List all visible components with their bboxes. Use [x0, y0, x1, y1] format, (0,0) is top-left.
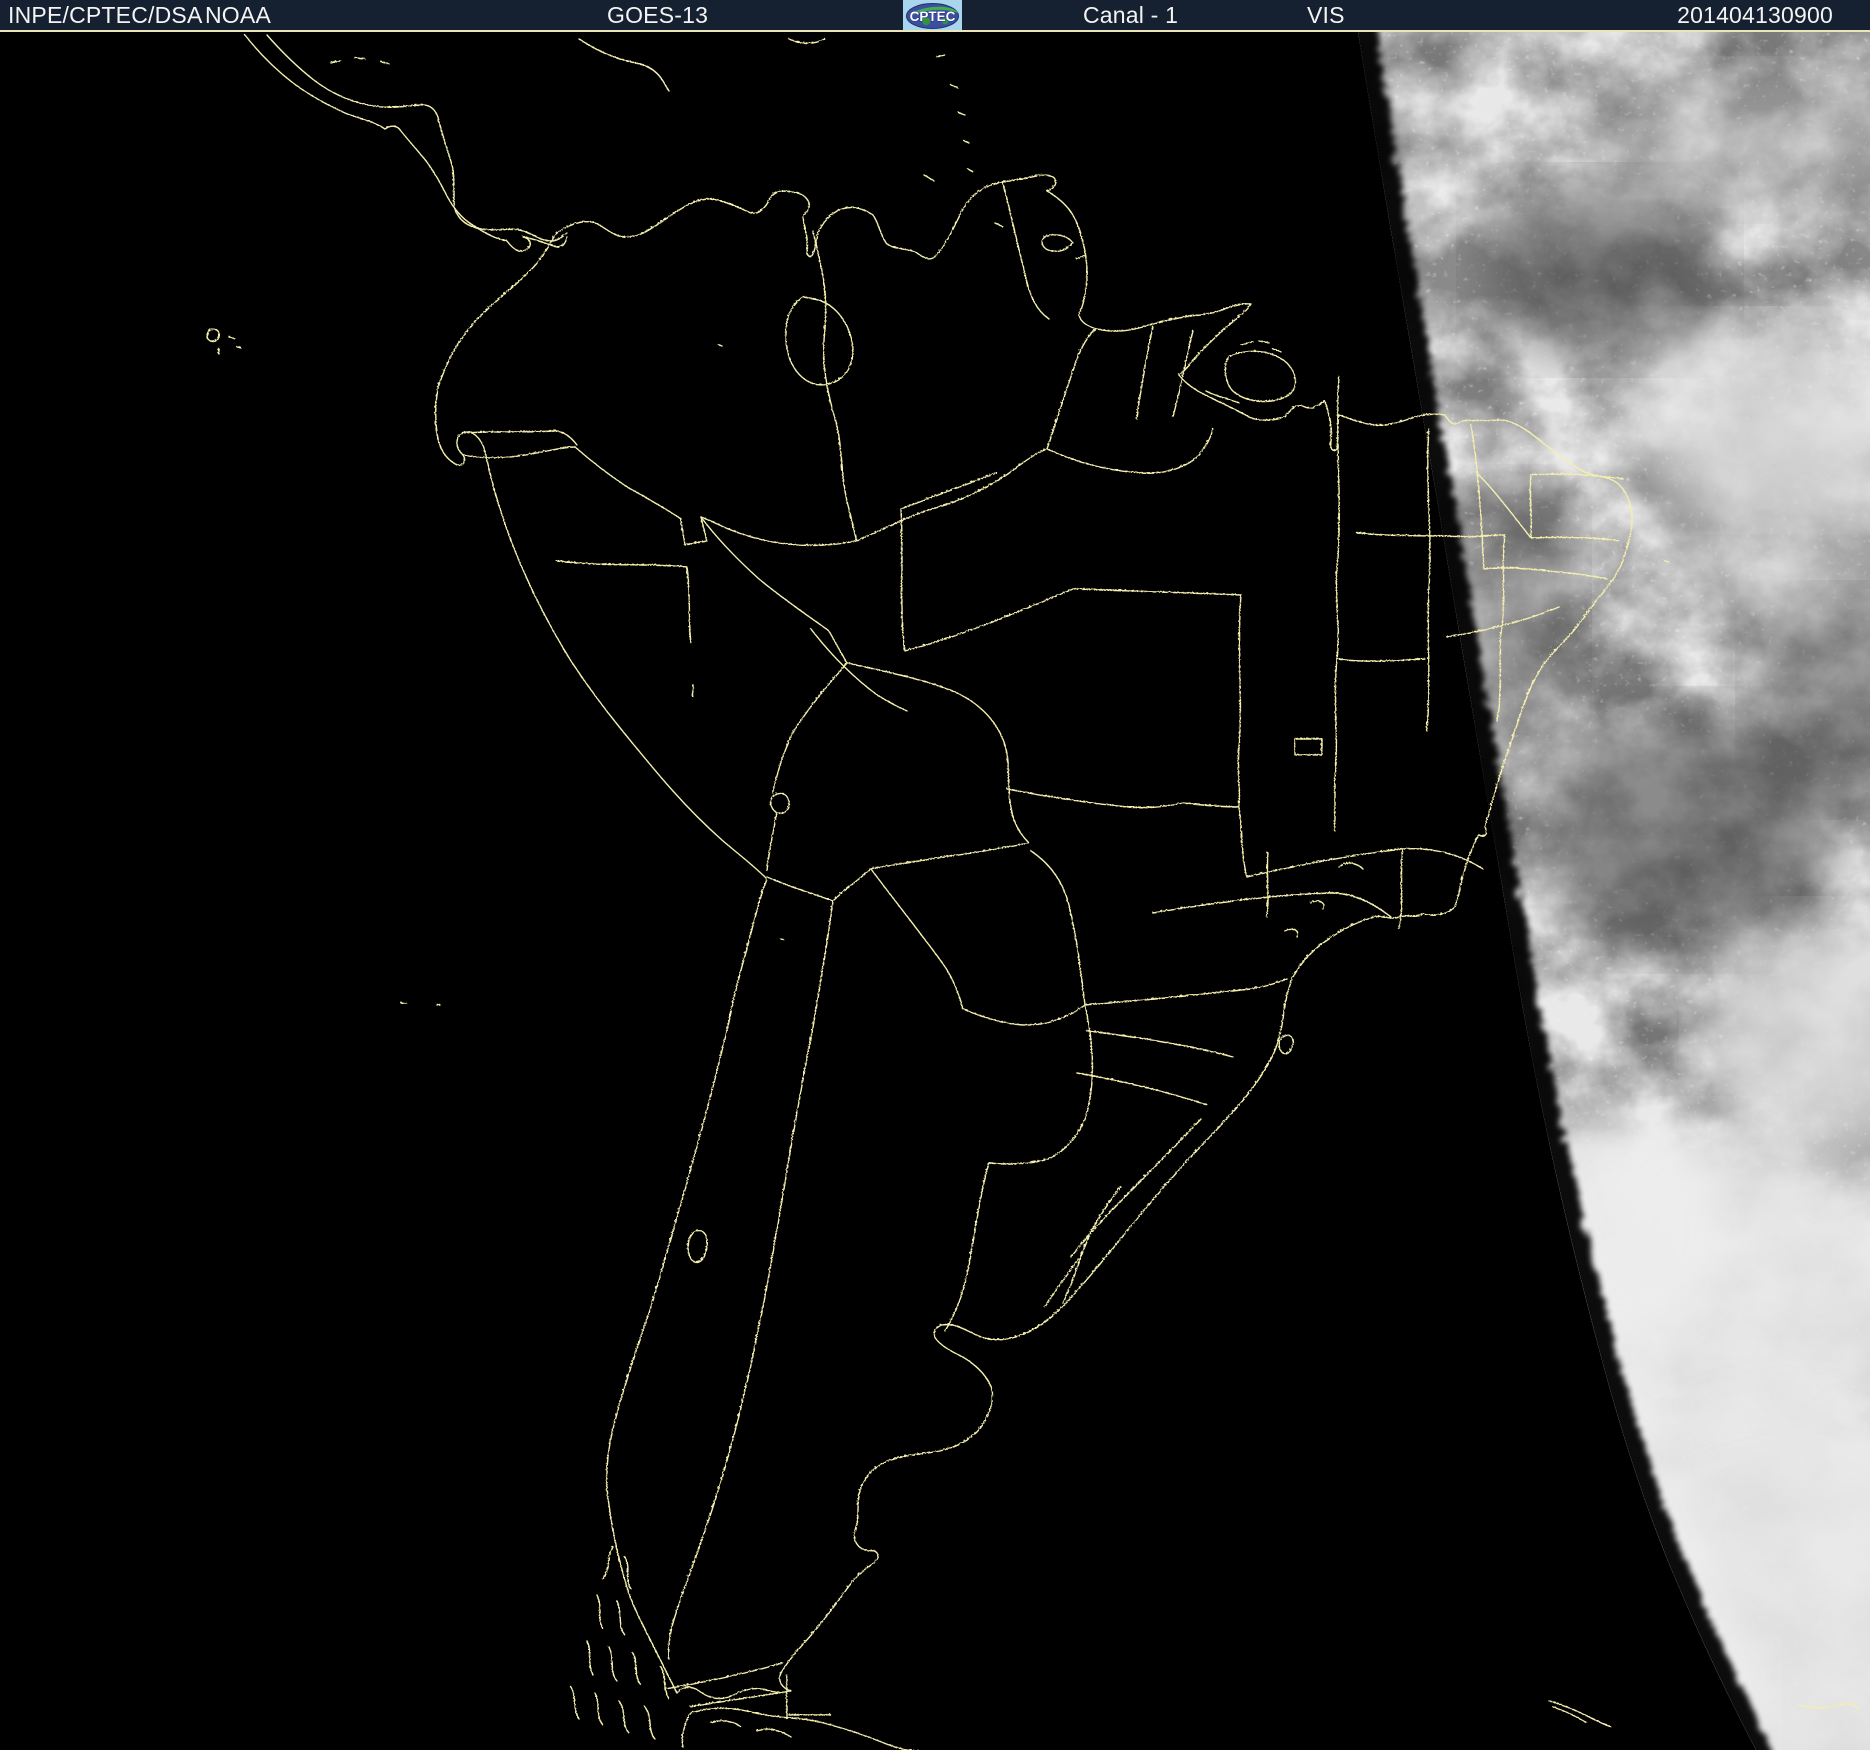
header-bar: INPE/CPTEC/DSA NOAA GOES-13 CPTEC Canal …	[0, 0, 1870, 32]
satellite-label: GOES-13	[607, 2, 709, 28]
timestamp-label: 201404130900	[1677, 2, 1833, 28]
goes-full-disk-sector	[0, 32, 1870, 1750]
satellite-image	[0, 32, 1870, 1750]
logo-text: CPTEC	[910, 9, 956, 24]
cptec-logo: CPTEC	[903, 0, 962, 30]
channel-label: Canal - 1	[1083, 2, 1179, 28]
agency-label: INPE/CPTEC/DSA	[8, 2, 203, 28]
band-label: VIS	[1307, 2, 1345, 28]
dark-patch	[1480, 180, 1720, 360]
satellite-viewer: { "header": { "agency": "INPE/CPTEC/DSA"…	[0, 0, 1870, 1750]
noaa-label: NOAA	[205, 2, 271, 28]
